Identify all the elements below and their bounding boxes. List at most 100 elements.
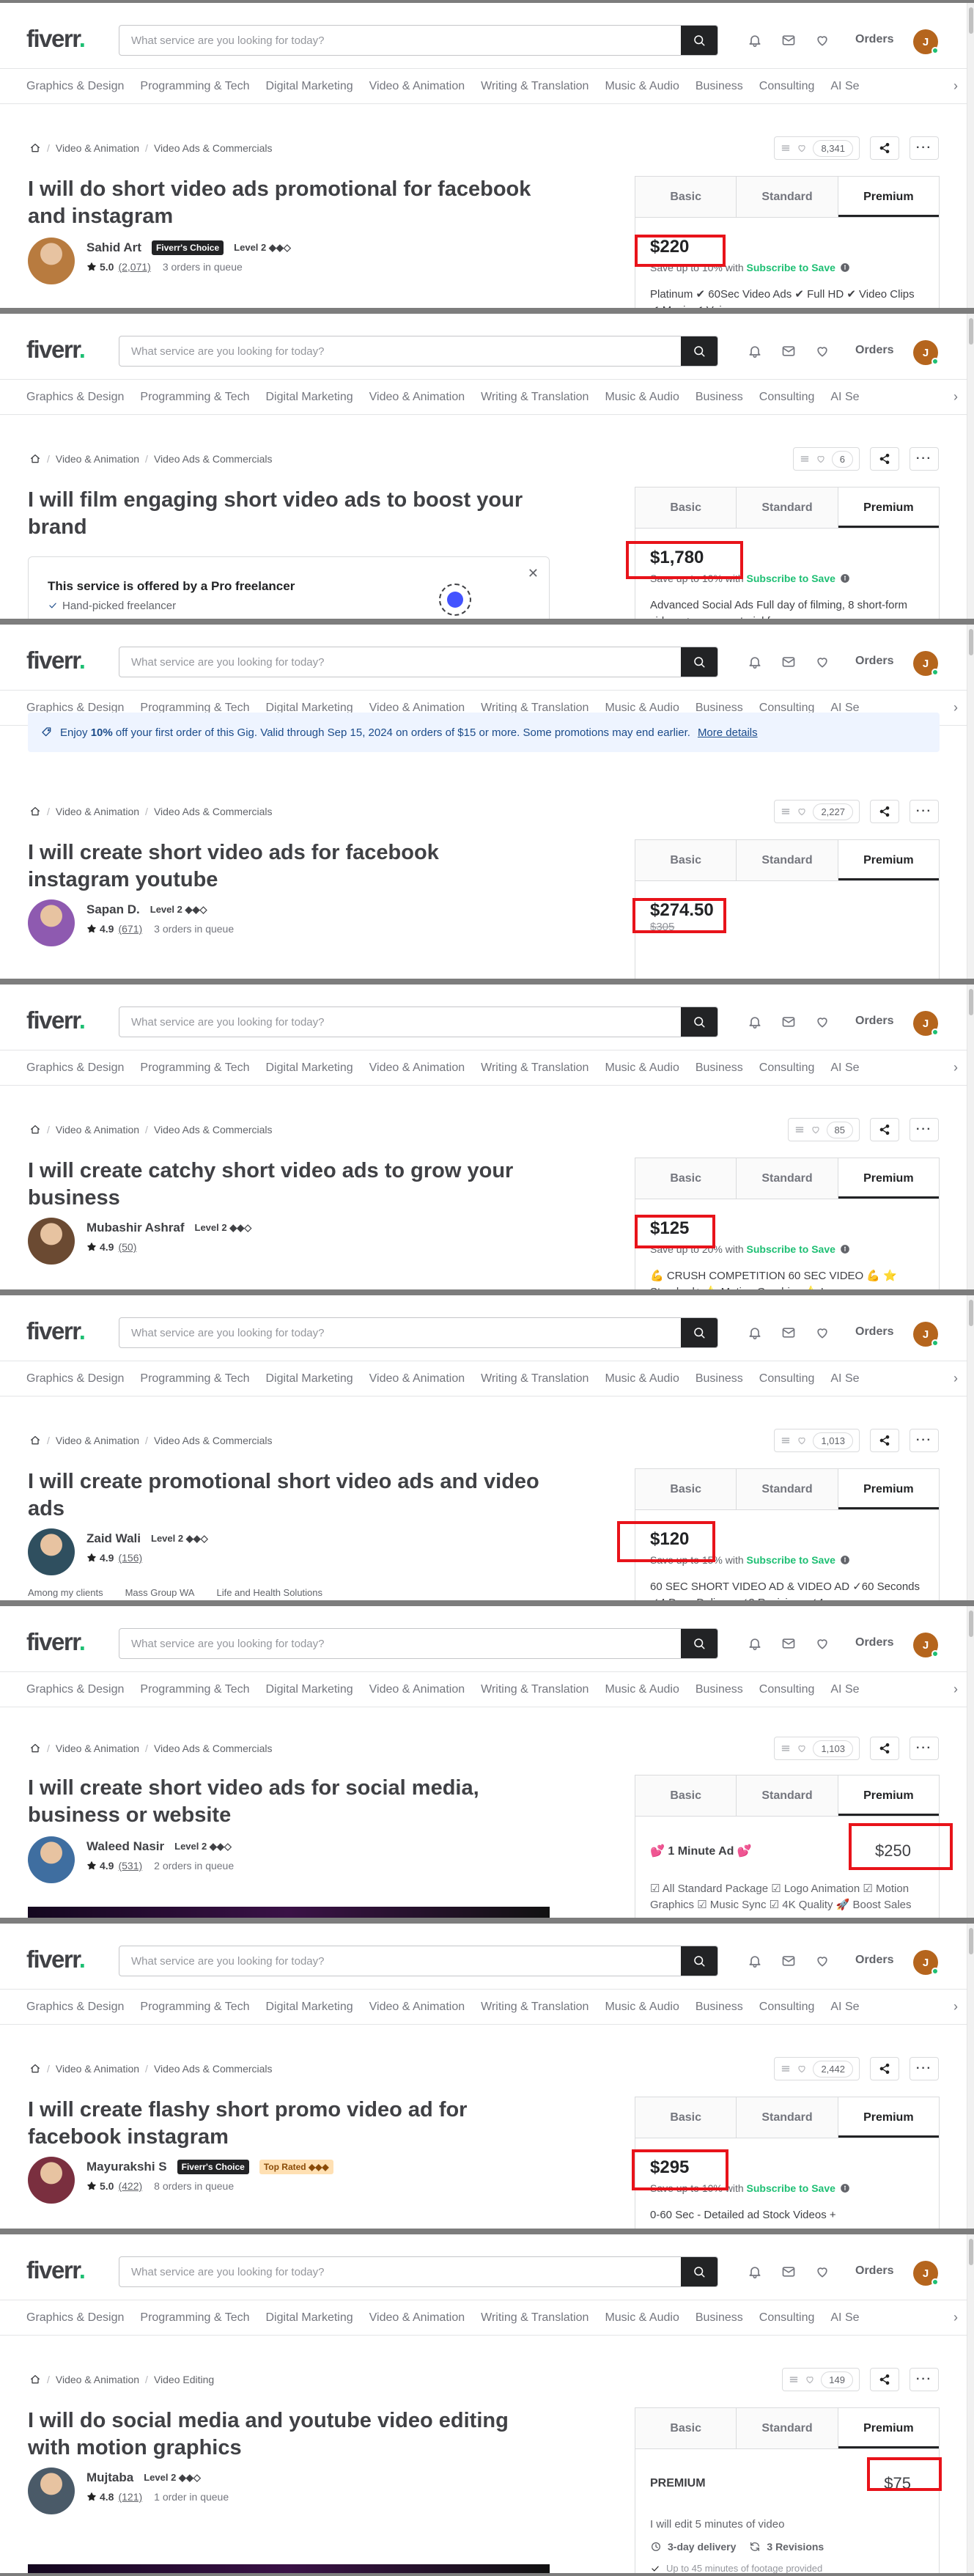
search-button[interactable] [681, 1629, 717, 1658]
save-to-list[interactable]: 6 [792, 447, 860, 471]
category-link[interactable]: Graphics & Design [26, 80, 124, 93]
share-button[interactable] [870, 2368, 899, 2391]
scrollbar[interactable] [967, 1606, 974, 1918]
fiverr-logo[interactable]: fiverr. [26, 1947, 86, 1971]
category-link[interactable]: Programming & Tech [140, 1372, 249, 1385]
user-avatar[interactable]: J [913, 651, 939, 676]
bell-icon[interactable] [746, 342, 764, 360]
chevron-right-icon[interactable]: › [953, 389, 958, 405]
tab-basic[interactable]: Basic [635, 2097, 737, 2138]
orders-link[interactable]: Orders [855, 2264, 893, 2278]
category-link[interactable]: Programming & Tech [140, 1061, 249, 1075]
search-button[interactable] [681, 2257, 717, 2286]
category-link[interactable]: Video & Animation [369, 80, 465, 93]
tab-standard[interactable]: Standard [737, 2097, 838, 2138]
bell-icon[interactable] [746, 1013, 764, 1031]
save-to-list[interactable]: 149 [782, 2368, 860, 2391]
category-link[interactable]: Consulting [759, 80, 815, 93]
orders-link[interactable]: Orders [855, 1636, 893, 1649]
breadcrumb-link[interactable]: Video Ads & Commercials [154, 142, 273, 154]
scrollbar-thumb[interactable] [969, 7, 973, 34]
heart-icon[interactable] [813, 2263, 831, 2281]
seller-avatar[interactable] [28, 1836, 75, 1883]
scrollbar-thumb[interactable] [969, 1611, 973, 1637]
category-link[interactable]: AI Se [830, 2001, 859, 2014]
category-link[interactable]: Digital Marketing [266, 391, 353, 404]
tab-standard[interactable]: Standard [737, 1469, 838, 1509]
category-link[interactable]: Writing & Translation [481, 2001, 589, 2014]
breadcrumb-link[interactable]: Video & Animation [56, 2063, 139, 2075]
category-link[interactable]: AI Se [830, 1372, 859, 1385]
orders-link[interactable]: Orders [855, 655, 893, 668]
chevron-right-icon[interactable]: › [953, 1682, 958, 1697]
category-link[interactable]: Graphics & Design [26, 1372, 124, 1385]
user-avatar[interactable]: J [913, 2261, 939, 2286]
review-count[interactable]: (422) [118, 2180, 142, 2192]
heart-icon[interactable] [813, 1324, 831, 1342]
info-icon[interactable] [840, 2183, 850, 2193]
subscribe-link[interactable]: Subscribe to Save [747, 1243, 835, 1255]
tab-standard[interactable]: Standard [737, 487, 838, 528]
more-options-button[interactable]: ··· [910, 2368, 939, 2391]
category-link[interactable]: AI Se [830, 1683, 859, 1696]
info-icon[interactable] [840, 1244, 850, 1254]
category-link[interactable]: Video & Animation [369, 2311, 465, 2325]
tab-premium[interactable]: Premium [838, 2097, 939, 2138]
search-button[interactable] [681, 26, 717, 55]
category-link[interactable]: Graphics & Design [26, 1061, 124, 1075]
category-link[interactable]: Graphics & Design [26, 391, 124, 404]
category-link[interactable]: Consulting [759, 1683, 815, 1696]
breadcrumb-link[interactable]: Video Ads & Commercials [154, 1743, 273, 1754]
category-link[interactable]: Writing & Translation [481, 1372, 589, 1385]
category-link[interactable]: Writing & Translation [481, 1061, 589, 1075]
mail-icon[interactable] [780, 32, 797, 49]
tab-standard[interactable]: Standard [737, 2408, 838, 2448]
share-button[interactable] [870, 1429, 899, 1452]
more-options-button[interactable]: ··· [910, 1429, 939, 1452]
category-link[interactable]: AI Se [830, 2311, 859, 2325]
save-to-list[interactable]: 1,103 [774, 1737, 860, 1760]
user-avatar[interactable]: J [913, 1011, 939, 1036]
home-icon[interactable] [29, 142, 41, 154]
fiverr-logo[interactable]: fiverr. [26, 2258, 86, 2282]
category-link[interactable]: Writing & Translation [481, 80, 589, 93]
search-button[interactable] [681, 1007, 717, 1037]
heart-icon[interactable] [813, 1635, 831, 1652]
user-avatar[interactable]: J [913, 340, 939, 365]
category-link[interactable]: Business [696, 1683, 743, 1696]
tab-basic[interactable]: Basic [635, 1775, 737, 1816]
chevron-right-icon[interactable]: › [953, 1060, 958, 1075]
search-input[interactable] [119, 647, 682, 677]
mail-icon[interactable] [780, 2263, 797, 2281]
heart-icon[interactable] [813, 1013, 831, 1031]
scrollbar-thumb[interactable] [969, 2239, 973, 2265]
orders-link[interactable]: Orders [855, 344, 893, 357]
share-button[interactable] [870, 447, 899, 471]
user-avatar[interactable]: J [913, 1633, 939, 1657]
mail-icon[interactable] [780, 1952, 797, 1970]
share-button[interactable] [870, 1737, 899, 1760]
chevron-right-icon[interactable]: › [953, 2310, 958, 2325]
category-link[interactable]: Music & Audio [605, 391, 679, 404]
scrollbar[interactable] [967, 1295, 974, 1600]
search-button[interactable] [681, 647, 717, 677]
heart-icon[interactable] [813, 342, 831, 360]
info-icon[interactable] [840, 1555, 850, 1565]
subscribe-link[interactable]: Subscribe to Save [747, 1554, 835, 1566]
category-link[interactable]: Graphics & Design [26, 2001, 124, 2014]
save-to-list[interactable]: 8,341 [774, 136, 860, 160]
bell-icon[interactable] [746, 653, 764, 671]
gig-gallery[interactable] [28, 1907, 550, 1918]
mail-icon[interactable] [780, 1013, 797, 1031]
tab-standard[interactable]: Standard [737, 1158, 838, 1199]
more-options-button[interactable]: ··· [910, 2057, 939, 2080]
tab-basic[interactable]: Basic [635, 840, 737, 880]
tab-standard[interactable]: Standard [737, 177, 838, 217]
bell-icon[interactable] [746, 2263, 764, 2281]
search-input[interactable] [119, 1318, 682, 1347]
tab-basic[interactable]: Basic [635, 1469, 737, 1509]
fiverr-logo[interactable]: fiverr. [26, 648, 86, 672]
save-to-list[interactable]: 85 [787, 1118, 860, 1141]
gig-gallery[interactable] [28, 2564, 550, 2573]
review-count[interactable]: (50) [118, 1241, 136, 1253]
